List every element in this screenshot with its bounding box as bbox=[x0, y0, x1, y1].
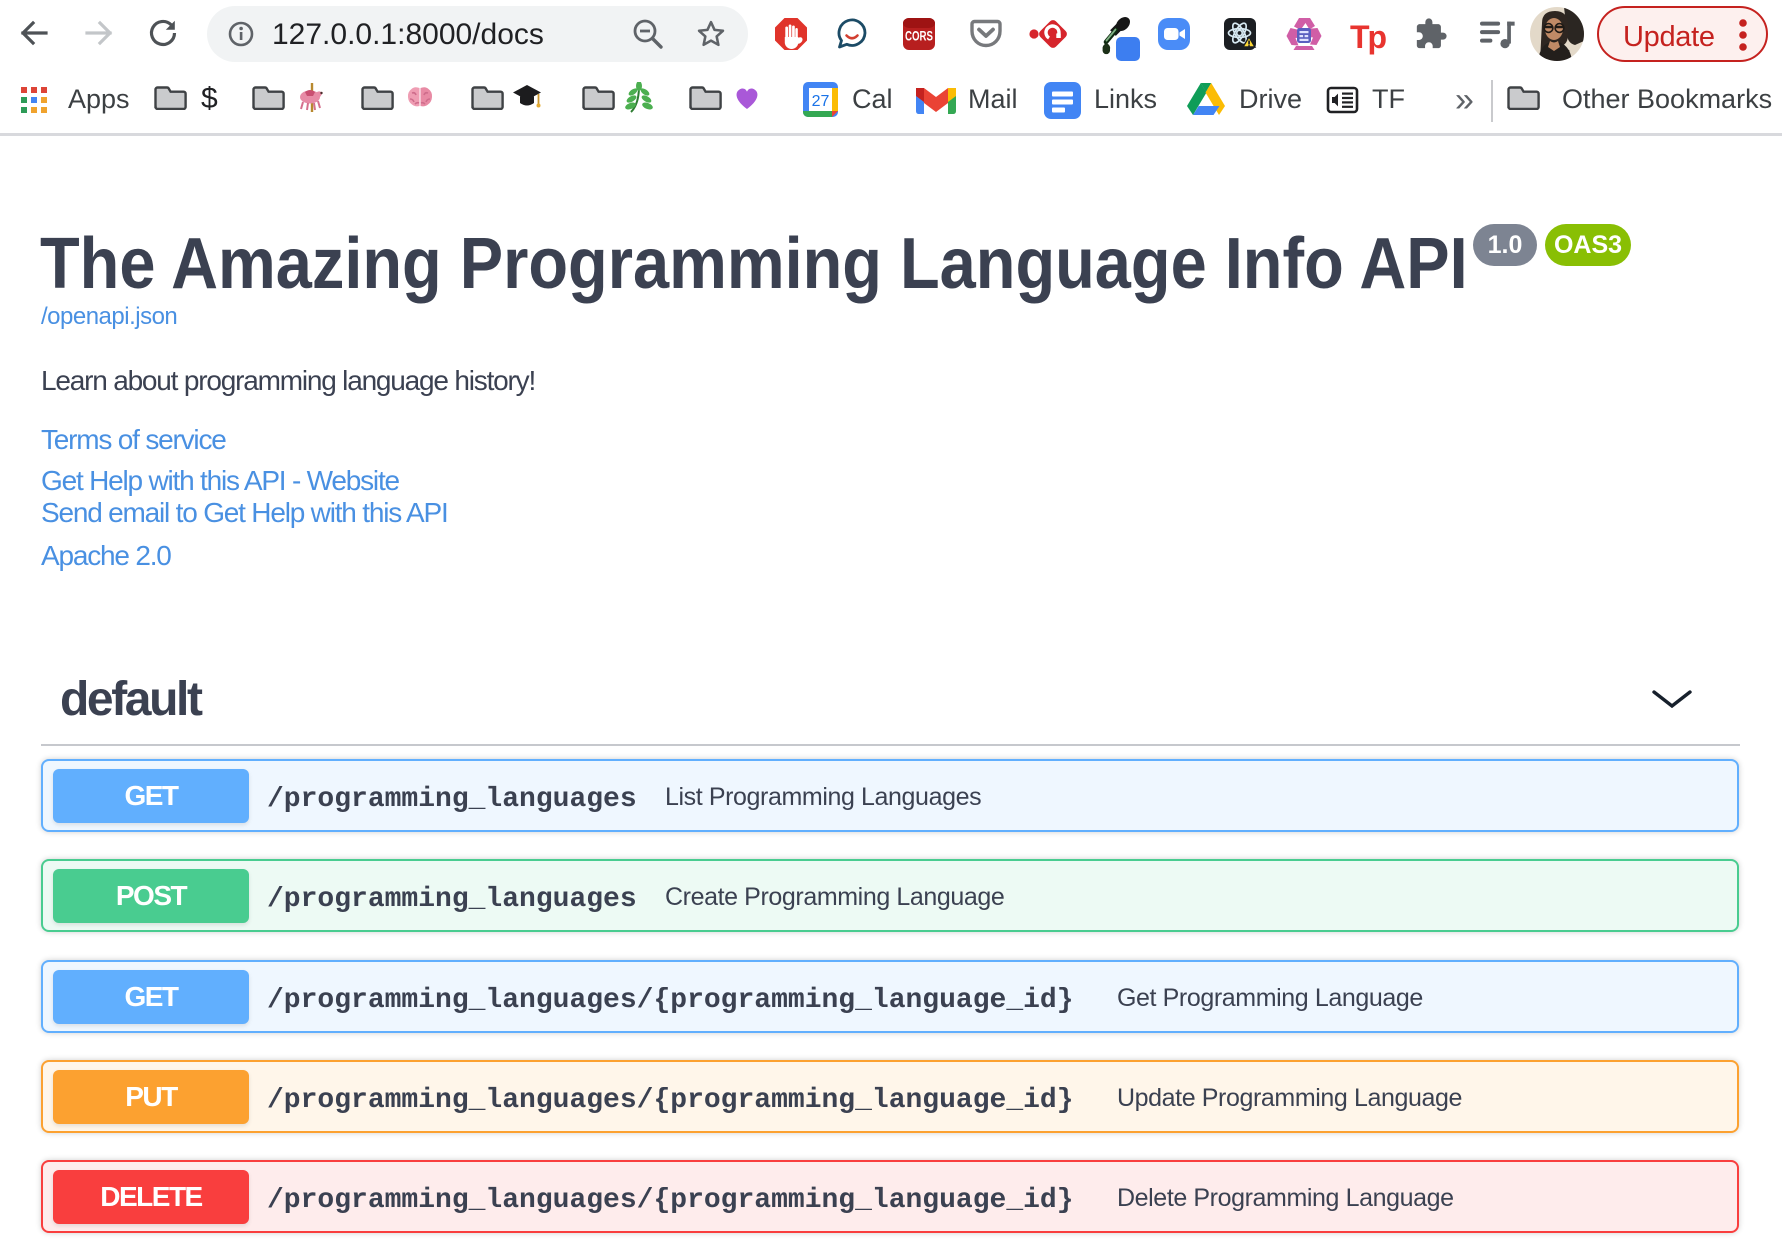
svg-text:27: 27 bbox=[812, 93, 830, 110]
svg-text:CORS: CORS bbox=[905, 29, 933, 44]
